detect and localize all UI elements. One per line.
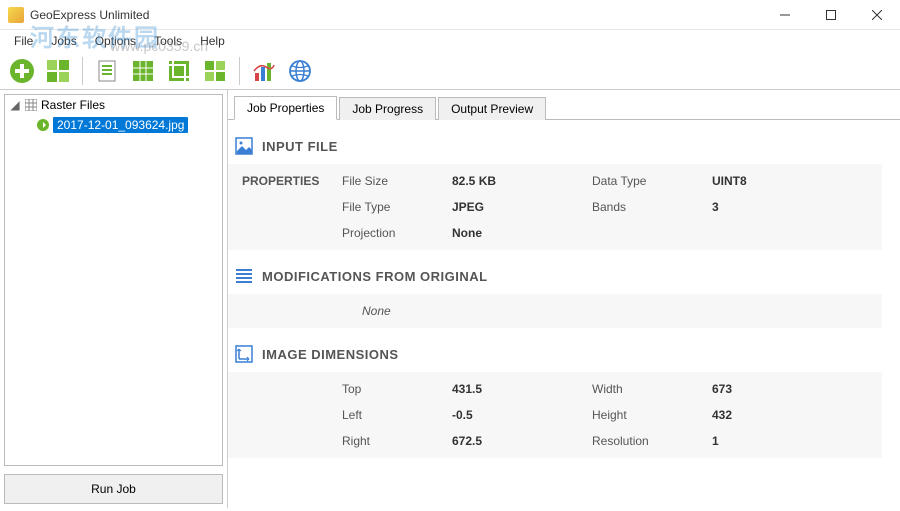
- file-status-icon: [36, 118, 50, 132]
- tab-job-properties[interactable]: Job Properties: [234, 96, 337, 120]
- prop-key: Height: [592, 408, 712, 422]
- dimensions-icon: [234, 344, 254, 364]
- maximize-button[interactable]: [808, 0, 854, 30]
- toolbar-separator: [239, 57, 240, 85]
- titlebar: GeoExpress Unlimited: [0, 0, 900, 30]
- modifications-none: None: [242, 304, 868, 318]
- globe-button[interactable]: [284, 55, 316, 87]
- tree-item[interactable]: 2017-12-01_093624.jpg: [5, 115, 222, 135]
- prop-key: Resolution: [592, 434, 712, 448]
- prop-val: 432: [712, 408, 812, 422]
- list-icon: [234, 266, 254, 286]
- prop-key: File Type: [342, 200, 452, 214]
- prop-key: Width: [592, 382, 712, 396]
- section-title: INPUT FILE: [262, 139, 338, 154]
- section-image-dimensions: IMAGE DIMENSIONS Top 431.5 Width 673 Lef…: [228, 336, 882, 458]
- prop-val: 3: [712, 200, 812, 214]
- tree-item-label: 2017-12-01_093624.jpg: [53, 117, 188, 133]
- menu-options[interactable]: Options: [87, 32, 144, 50]
- prop-val: JPEG: [452, 200, 592, 214]
- document-button[interactable]: [91, 55, 123, 87]
- close-button[interactable]: [854, 0, 900, 30]
- tab-output-preview[interactable]: Output Preview: [438, 97, 546, 120]
- grid-button[interactable]: [127, 55, 159, 87]
- prop-key: Right: [342, 434, 452, 448]
- prop-val: 673: [712, 382, 812, 396]
- tab-bar: Job Properties Job Progress Output Previ…: [228, 94, 900, 120]
- menu-file[interactable]: File: [6, 32, 41, 50]
- crop-button[interactable]: [163, 55, 195, 87]
- tile-button[interactable]: [199, 55, 231, 87]
- add-job-button[interactable]: [6, 55, 38, 87]
- app-icon: [8, 7, 24, 23]
- section-modifications: MODIFICATIONS FROM ORIGINAL None: [228, 258, 882, 328]
- section-input-file: INPUT FILE PROPERTIES File Size 82.5 KB …: [228, 128, 882, 250]
- content-area: Job Properties Job Progress Output Previ…: [228, 90, 900, 508]
- prop-key: Bands: [592, 200, 712, 214]
- prop-key: Top: [342, 382, 452, 396]
- section-title: IMAGE DIMENSIONS: [262, 347, 399, 362]
- prop-val: 82.5 KB: [452, 174, 592, 188]
- tree-root[interactable]: ◢ Raster Files: [5, 95, 222, 115]
- prop-val: UINT8: [712, 174, 812, 188]
- prop-key: Data Type: [592, 174, 712, 188]
- file-tree[interactable]: ◢ Raster Files 2017-12-01_093624.jpg: [4, 94, 223, 466]
- window-title: GeoExpress Unlimited: [30, 8, 762, 22]
- menu-help[interactable]: Help: [192, 32, 233, 50]
- prop-key: File Size: [342, 174, 452, 188]
- prop-val: -0.5: [452, 408, 592, 422]
- toolbar: [0, 52, 900, 90]
- prop-val: None: [452, 226, 592, 240]
- sidebar: ◢ Raster Files 2017-12-01_093624.jpg Run…: [0, 90, 228, 508]
- prop-val: 1: [712, 434, 812, 448]
- properties-panel[interactable]: INPUT FILE PROPERTIES File Size 82.5 KB …: [228, 120, 900, 508]
- tree-root-label: Raster Files: [41, 98, 105, 112]
- menu-jobs[interactable]: Jobs: [43, 32, 84, 50]
- section-title: MODIFICATIONS FROM ORIGINAL: [262, 269, 488, 284]
- properties-group-label: PROPERTIES: [242, 174, 342, 188]
- tab-job-progress[interactable]: Job Progress: [339, 97, 436, 120]
- prop-val: 672.5: [452, 434, 592, 448]
- image-icon: [234, 136, 254, 156]
- toolbar-separator: [82, 57, 83, 85]
- mosaic-button[interactable]: [42, 55, 74, 87]
- prop-val: 431.5: [452, 382, 592, 396]
- collapse-icon[interactable]: ◢: [9, 98, 21, 112]
- grid-icon: [24, 98, 38, 112]
- menubar: File Jobs Options Tools Help: [0, 30, 900, 52]
- minimize-button[interactable]: [762, 0, 808, 30]
- chart-button[interactable]: [248, 55, 280, 87]
- prop-key: Projection: [342, 226, 452, 240]
- menu-tools[interactable]: Tools: [146, 32, 190, 50]
- prop-key: Left: [342, 408, 452, 422]
- run-job-button[interactable]: Run Job: [4, 474, 223, 504]
